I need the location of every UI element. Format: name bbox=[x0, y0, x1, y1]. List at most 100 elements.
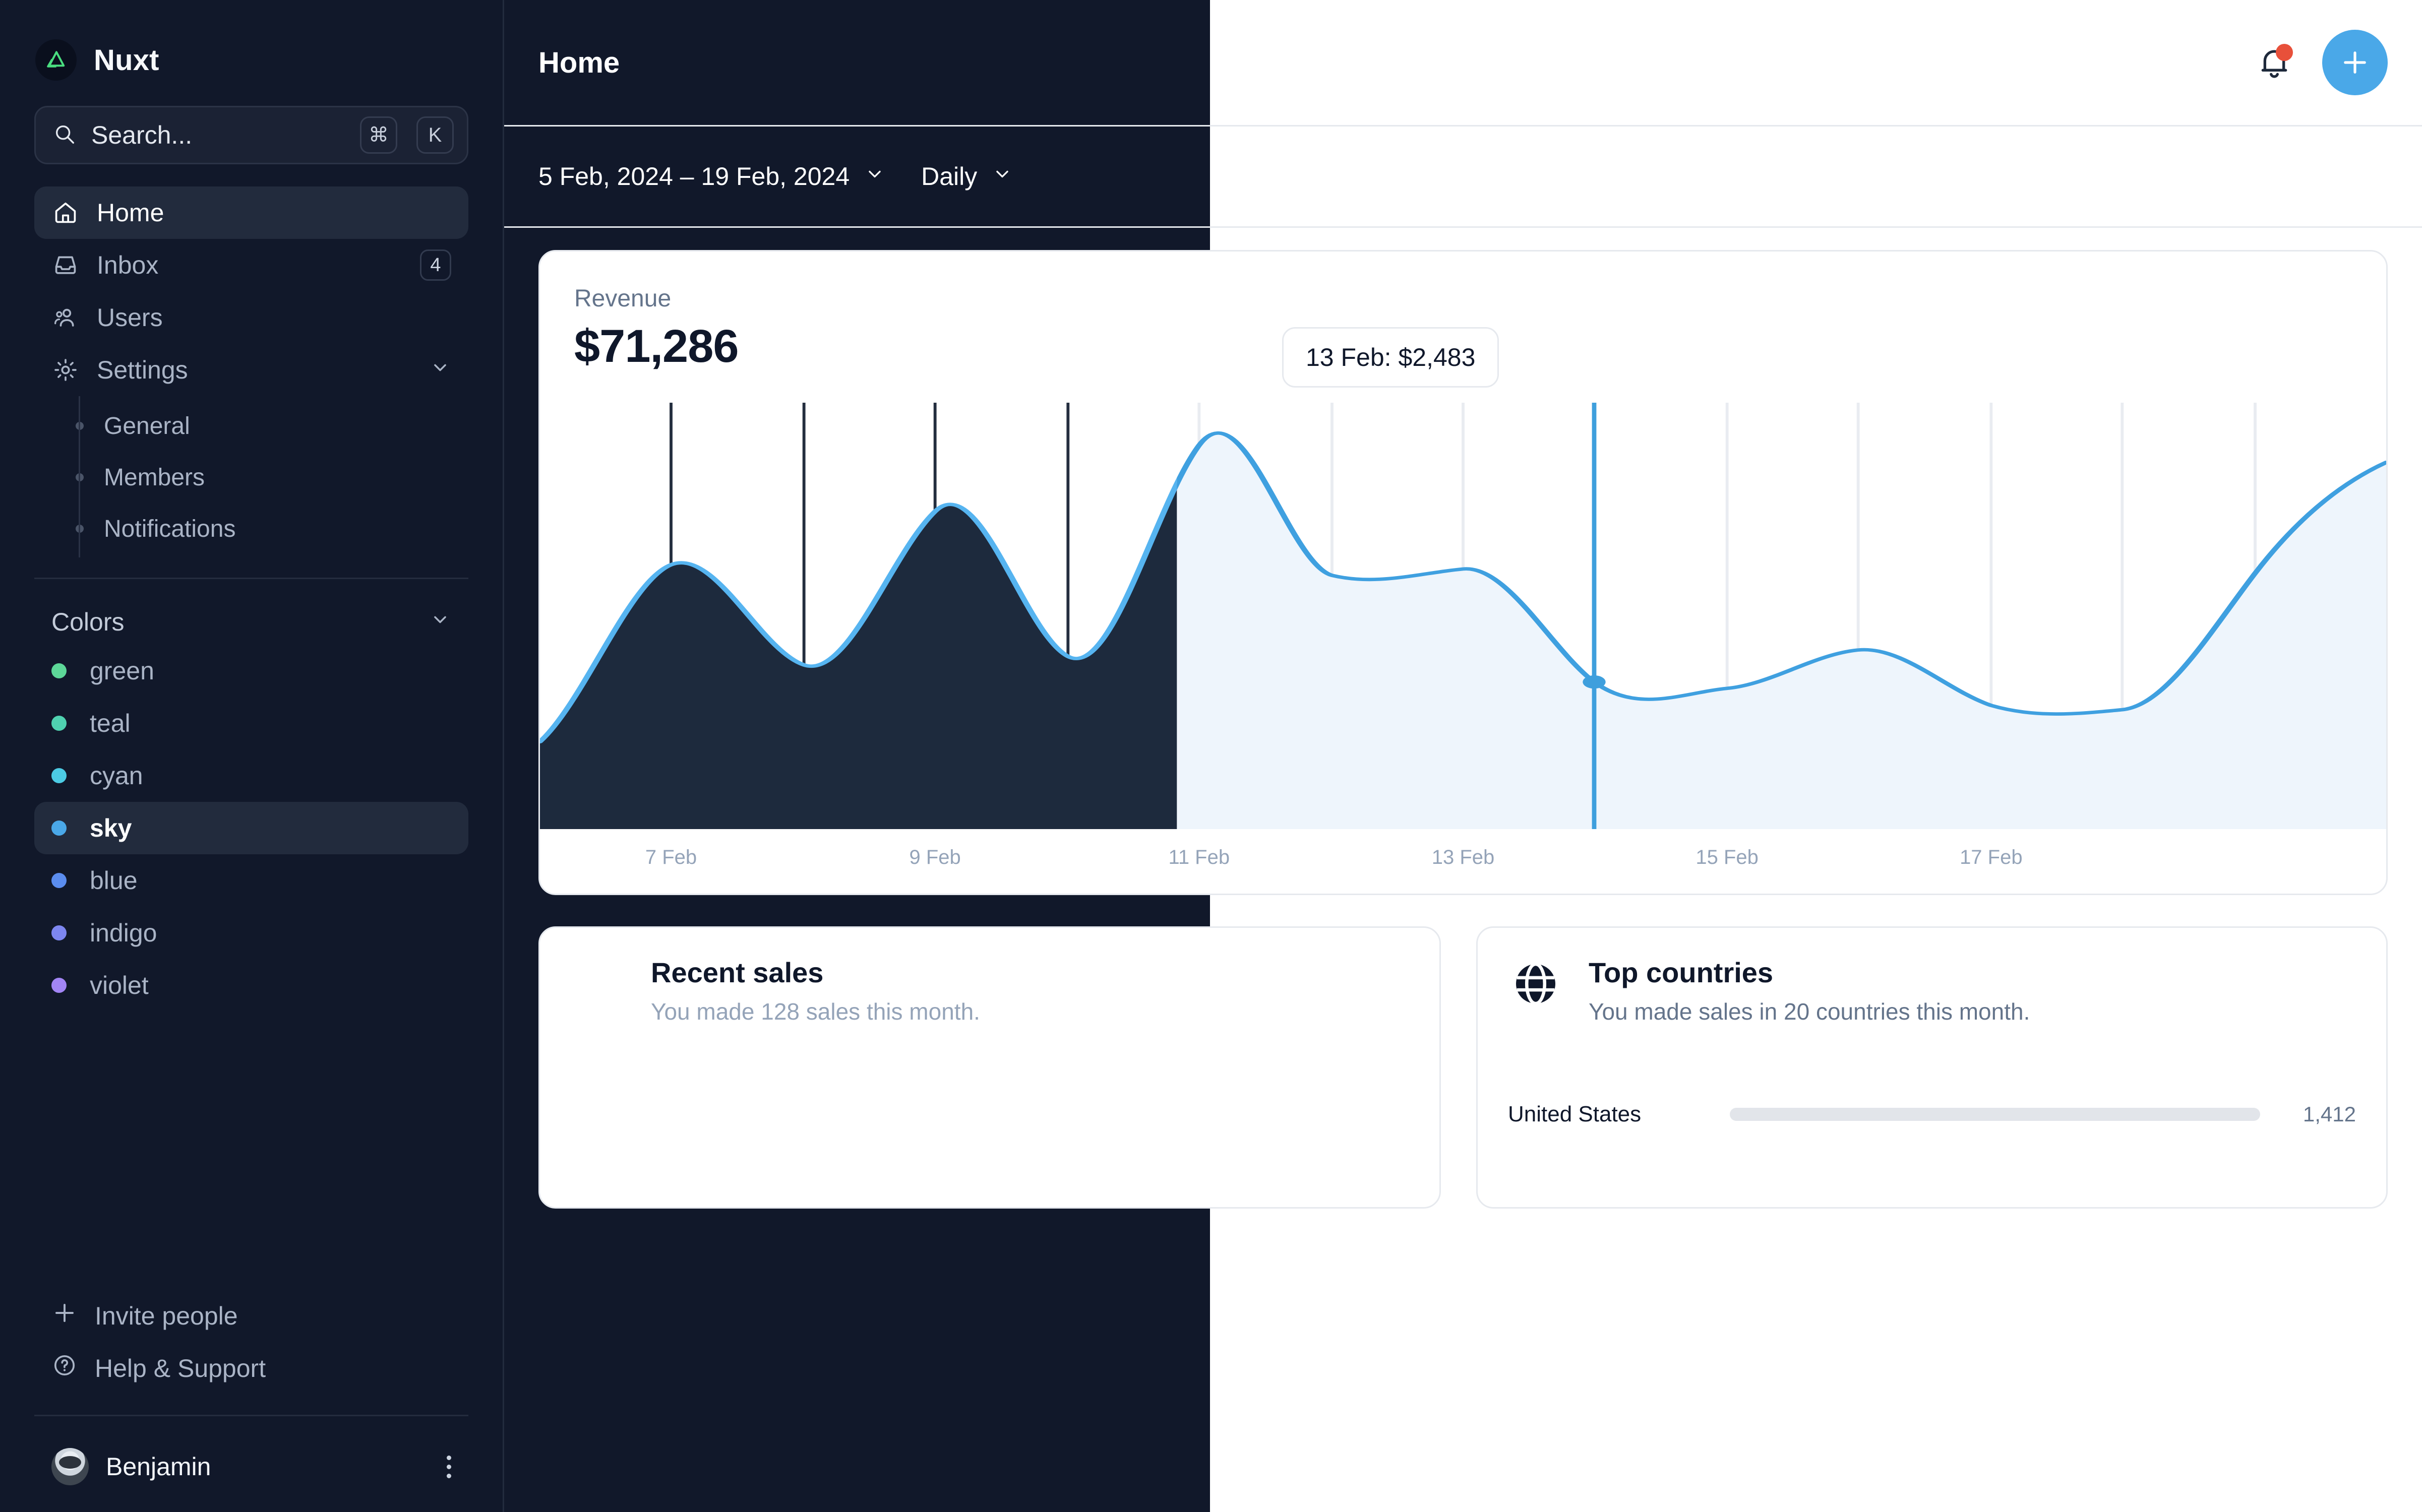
color-item-indigo[interactable]: indigo bbox=[34, 907, 468, 959]
color-item-label: teal bbox=[90, 709, 131, 737]
users-icon bbox=[51, 303, 80, 332]
question-circle-icon bbox=[51, 1352, 78, 1384]
filter-bar: 5 Feb, 2024 – 19 Feb, 2024 Daily bbox=[504, 125, 2422, 228]
card-title: Recent sales bbox=[651, 957, 824, 988]
x-tick-label: 13 Feb bbox=[1431, 846, 1495, 868]
colors-section-label: Colors bbox=[51, 608, 125, 636]
color-swatch-icon bbox=[51, 716, 67, 731]
brand[interactable]: Nuxt bbox=[0, 0, 503, 101]
sidebar-item-label: Users bbox=[97, 303, 163, 332]
search-placeholder: Search... bbox=[91, 121, 193, 149]
home-icon bbox=[51, 199, 80, 227]
country-value: 1,412 bbox=[2303, 1102, 2356, 1126]
color-item-label: violet bbox=[90, 971, 149, 999]
user-profile[interactable]: Benjamin bbox=[34, 1436, 468, 1497]
chart-hover-point bbox=[1583, 675, 1606, 689]
settings-submenu: General Members Notifications bbox=[51, 396, 468, 557]
color-item-teal[interactable]: teal bbox=[34, 697, 468, 749]
country-name: United States bbox=[1508, 1102, 1642, 1126]
card-subtitle: You made sales in 20 countries this mont… bbox=[1589, 998, 2030, 1025]
color-item-label: indigo bbox=[90, 919, 157, 947]
chart-x-axis: 7 Feb 9 Feb 11 Feb 13 Feb 15 Feb 17 Feb bbox=[540, 846, 2386, 881]
colors-list: green teal cyan sky blue indigo violet bbox=[0, 645, 503, 1012]
color-swatch-icon bbox=[51, 768, 67, 783]
submenu-rail bbox=[79, 396, 80, 557]
colors-section-header[interactable]: Colors bbox=[0, 599, 503, 645]
inbox-icon bbox=[51, 251, 80, 279]
x-tick-label: 15 Feb bbox=[1696, 846, 1759, 868]
revenue-value: $71,286 bbox=[574, 321, 739, 372]
sidebar-footer: Invite people Help & Support Benjamin bbox=[0, 1290, 503, 1512]
sidebar-item-label: Home bbox=[97, 199, 164, 227]
color-swatch-icon bbox=[51, 663, 67, 678]
color-swatch-icon bbox=[51, 978, 67, 993]
sidebar-footer-divider bbox=[34, 1415, 468, 1416]
interval-label: Daily bbox=[921, 162, 978, 191]
kbd-k: K bbox=[416, 116, 454, 154]
country-row: United States 1,412 bbox=[1478, 1085, 2386, 1127]
color-item-sky[interactable]: sky bbox=[34, 802, 468, 854]
sidebar-item-inbox[interactable]: Inbox 4 bbox=[34, 239, 468, 291]
invite-people-button[interactable]: Invite people bbox=[34, 1290, 468, 1342]
sidebar-item-members[interactable]: Members bbox=[51, 452, 468, 503]
chevron-down-icon bbox=[429, 607, 451, 637]
search-icon bbox=[53, 122, 76, 148]
color-item-violet[interactable]: violet bbox=[34, 959, 468, 1012]
revenue-area-chart[interactable] bbox=[540, 403, 2386, 829]
color-item-label: green bbox=[90, 657, 154, 685]
color-item-blue[interactable]: blue bbox=[34, 854, 468, 907]
sidebar-item-home[interactable]: Home bbox=[34, 186, 468, 239]
color-swatch-icon bbox=[51, 821, 67, 836]
top-countries-card: Top countries You made sales in 20 count… bbox=[1476, 926, 2388, 1209]
globe-icon bbox=[1508, 956, 1563, 1012]
add-button[interactable] bbox=[2322, 30, 2388, 95]
x-tick-label: 17 Feb bbox=[1960, 846, 2023, 868]
chart-svg bbox=[540, 403, 2386, 829]
sidebar-item-settings[interactable]: Settings bbox=[34, 344, 468, 396]
x-tick-label: 7 Feb bbox=[645, 846, 697, 868]
help-support-button[interactable]: Help & Support bbox=[34, 1342, 468, 1395]
more-vertical-icon[interactable] bbox=[447, 1455, 451, 1478]
app-root: Nuxt Search... ⌘ K Home Inbox 4 Users Se… bbox=[0, 0, 2422, 1512]
sidebar-item-general[interactable]: General bbox=[51, 400, 468, 452]
revenue-label: Revenue bbox=[574, 285, 672, 312]
sidebar-item-label: Inbox bbox=[97, 251, 159, 279]
dashboard-content: Revenue $71,286 7 Feb 9 Feb 11 Feb 13 Fe… bbox=[504, 228, 2422, 1512]
bell-icon[interactable] bbox=[2253, 41, 2296, 84]
user-name: Benjamin bbox=[106, 1453, 211, 1481]
bar-chart-icon bbox=[570, 956, 626, 1012]
sidebar-item-label: Notifications bbox=[104, 515, 236, 542]
sidebar-nav: Home Inbox 4 Users Settings General Memb… bbox=[0, 186, 503, 557]
color-item-cyan[interactable]: cyan bbox=[34, 749, 468, 802]
sidebar-item-notifications[interactable]: Notifications bbox=[51, 503, 468, 554]
plus-icon bbox=[51, 1300, 78, 1332]
date-range-picker[interactable]: 5 Feb, 2024 – 19 Feb, 2024 bbox=[538, 162, 886, 191]
notification-badge-dot bbox=[2276, 44, 2293, 61]
sidebar: Nuxt Search... ⌘ K Home Inbox 4 Users Se… bbox=[0, 0, 504, 1512]
main-panel: Home 5 Feb, 2024 – 19 Feb, 2024 Daily Re… bbox=[504, 0, 2422, 1512]
color-swatch-icon bbox=[51, 925, 67, 940]
chart-area-dark bbox=[540, 483, 1177, 829]
color-item-green[interactable]: green bbox=[34, 645, 468, 697]
color-swatch-icon bbox=[51, 873, 67, 888]
brand-name: Nuxt bbox=[94, 43, 159, 77]
sidebar-item-label: General bbox=[104, 412, 190, 439]
chart-tooltip: 13 Feb: $2,483 bbox=[1282, 327, 1499, 388]
color-item-label: blue bbox=[90, 866, 138, 895]
search-input[interactable]: Search... ⌘ K bbox=[34, 106, 468, 164]
interval-select[interactable]: Daily bbox=[921, 162, 1013, 191]
sidebar-divider bbox=[34, 578, 468, 579]
nuxt-logo-icon bbox=[35, 39, 77, 81]
chevron-down-icon bbox=[429, 355, 451, 385]
country-progress-track bbox=[1730, 1108, 2260, 1121]
topbar: Home bbox=[504, 0, 2422, 125]
recent-sales-card: Recent sales You made 128 sales this mon… bbox=[538, 926, 1441, 1209]
chevron-down-icon bbox=[864, 162, 886, 191]
sidebar-item-users[interactable]: Users bbox=[34, 291, 468, 344]
inbox-badge: 4 bbox=[420, 249, 451, 281]
revenue-card: Revenue $71,286 7 Feb 9 Feb 11 Feb 13 Fe… bbox=[538, 250, 2388, 895]
color-item-label: sky bbox=[90, 814, 132, 842]
card-title: Top countries bbox=[1589, 957, 1774, 988]
gear-icon bbox=[51, 356, 80, 384]
kbd-command: ⌘ bbox=[360, 116, 397, 154]
